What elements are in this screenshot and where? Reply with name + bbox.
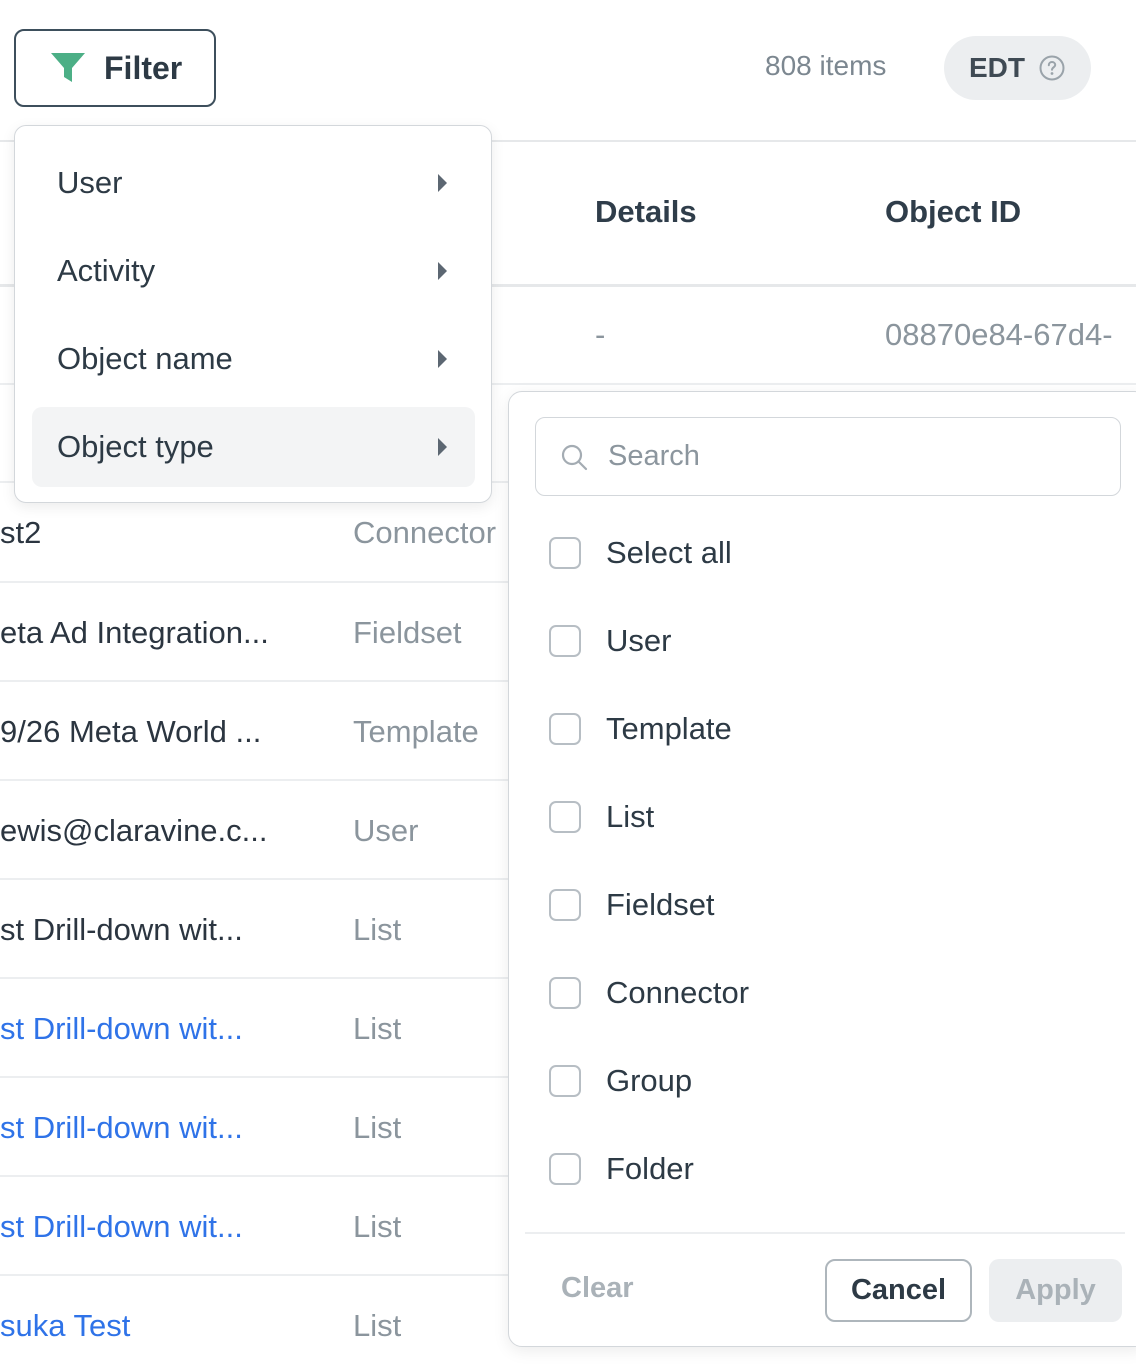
checkbox[interactable] bbox=[549, 1065, 581, 1097]
row-type: List bbox=[353, 1209, 402, 1244]
row-name: ewis@claravine.c... bbox=[0, 813, 268, 848]
items-count: 808 items bbox=[765, 50, 887, 81]
option-list[interactable]: List bbox=[549, 797, 654, 837]
panel-divider bbox=[525, 1232, 1125, 1234]
row-type: Template bbox=[353, 714, 479, 749]
caret-right-icon bbox=[438, 262, 447, 280]
row-name: eta Ad Integration... bbox=[0, 615, 269, 650]
filter-category-user[interactable]: User bbox=[32, 143, 475, 223]
option-label: Group bbox=[606, 1063, 693, 1098]
filter-icon bbox=[51, 53, 85, 82]
option-label: Template bbox=[606, 711, 732, 746]
row-details: - bbox=[595, 317, 606, 352]
option-label: Fieldset bbox=[606, 887, 715, 922]
caret-right-icon bbox=[438, 350, 447, 368]
option-folder[interactable]: Folder bbox=[549, 1149, 694, 1189]
option-template[interactable]: Template bbox=[549, 709, 732, 749]
checkbox[interactable] bbox=[549, 713, 581, 745]
row-name-link[interactable]: suka Test bbox=[0, 1308, 130, 1344]
checkbox[interactable] bbox=[549, 537, 581, 569]
option-label: Select all bbox=[606, 535, 732, 570]
checkbox[interactable] bbox=[549, 625, 581, 657]
option-group[interactable]: Group bbox=[549, 1061, 692, 1101]
filter-button[interactable]: Filter bbox=[14, 29, 216, 107]
option-label: List bbox=[606, 799, 655, 834]
caret-right-icon bbox=[438, 438, 447, 456]
filter-button-label: Filter bbox=[104, 49, 183, 86]
search-input[interactable] bbox=[608, 418, 1108, 495]
option-connector[interactable]: Connector bbox=[549, 973, 749, 1013]
search-icon bbox=[561, 444, 588, 471]
row-type: User bbox=[353, 813, 419, 848]
filter-category-menu: User Activity Object name Object type bbox=[14, 125, 492, 503]
timezone-label: EDT bbox=[969, 52, 1025, 83]
clear-button[interactable]: Clear bbox=[561, 1272, 634, 1305]
option-label: User bbox=[606, 623, 672, 658]
checkbox[interactable] bbox=[549, 889, 581, 921]
filter-category-label: Object name bbox=[57, 341, 233, 376]
row-type: List bbox=[353, 1110, 402, 1145]
checkbox[interactable] bbox=[549, 977, 581, 1009]
filter-category-object-type[interactable]: Object type bbox=[32, 407, 475, 487]
caret-right-icon bbox=[438, 174, 447, 192]
column-header-object-id[interactable]: Object ID bbox=[885, 194, 1021, 230]
search-field[interactable] bbox=[535, 417, 1121, 496]
filter-category-object-name[interactable]: Object name bbox=[32, 319, 475, 399]
option-fieldset[interactable]: Fieldset bbox=[549, 885, 715, 925]
row-object-id: 08870e84-67d4- bbox=[885, 317, 1113, 352]
apply-button[interactable]: Apply bbox=[989, 1259, 1122, 1322]
filter-category-label: User bbox=[57, 165, 123, 200]
checkbox[interactable] bbox=[549, 801, 581, 833]
option-label: Folder bbox=[606, 1151, 694, 1186]
option-select-all[interactable]: Select all bbox=[549, 533, 732, 573]
filter-category-label: Activity bbox=[57, 253, 156, 288]
row-type: Fieldset bbox=[353, 615, 462, 650]
row-type: List bbox=[353, 1308, 402, 1343]
row-name: st Drill-down wit... bbox=[0, 912, 243, 947]
filter-category-activity[interactable]: Activity bbox=[32, 231, 475, 311]
filter-category-label: Object type bbox=[57, 429, 214, 464]
option-label: Connector bbox=[606, 975, 750, 1010]
option-user[interactable]: User bbox=[549, 621, 671, 661]
column-header-details[interactable]: Details bbox=[595, 194, 697, 230]
object-type-options-panel: Select all User Template List Fieldset C… bbox=[508, 391, 1136, 1347]
row-name: 9/26 Meta World ... bbox=[0, 714, 262, 749]
activity-log-page: Filter 808 items EDT Details Object ID -… bbox=[0, 0, 1136, 1372]
row-name-link[interactable]: st Drill-down wit... bbox=[0, 1011, 243, 1047]
checkbox[interactable] bbox=[549, 1153, 581, 1185]
row-name-link[interactable]: st Drill-down wit... bbox=[0, 1110, 243, 1146]
help-circle-icon[interactable] bbox=[1039, 55, 1065, 81]
row-name-link[interactable]: st Drill-down wit... bbox=[0, 1209, 243, 1245]
row-name: st2 bbox=[0, 515, 42, 550]
row-type: List bbox=[353, 1011, 402, 1046]
row-type: List bbox=[353, 912, 402, 947]
cancel-button[interactable]: Cancel bbox=[825, 1259, 972, 1322]
timezone-pill[interactable]: EDT bbox=[944, 36, 1091, 100]
row-type: Connector bbox=[353, 515, 497, 550]
